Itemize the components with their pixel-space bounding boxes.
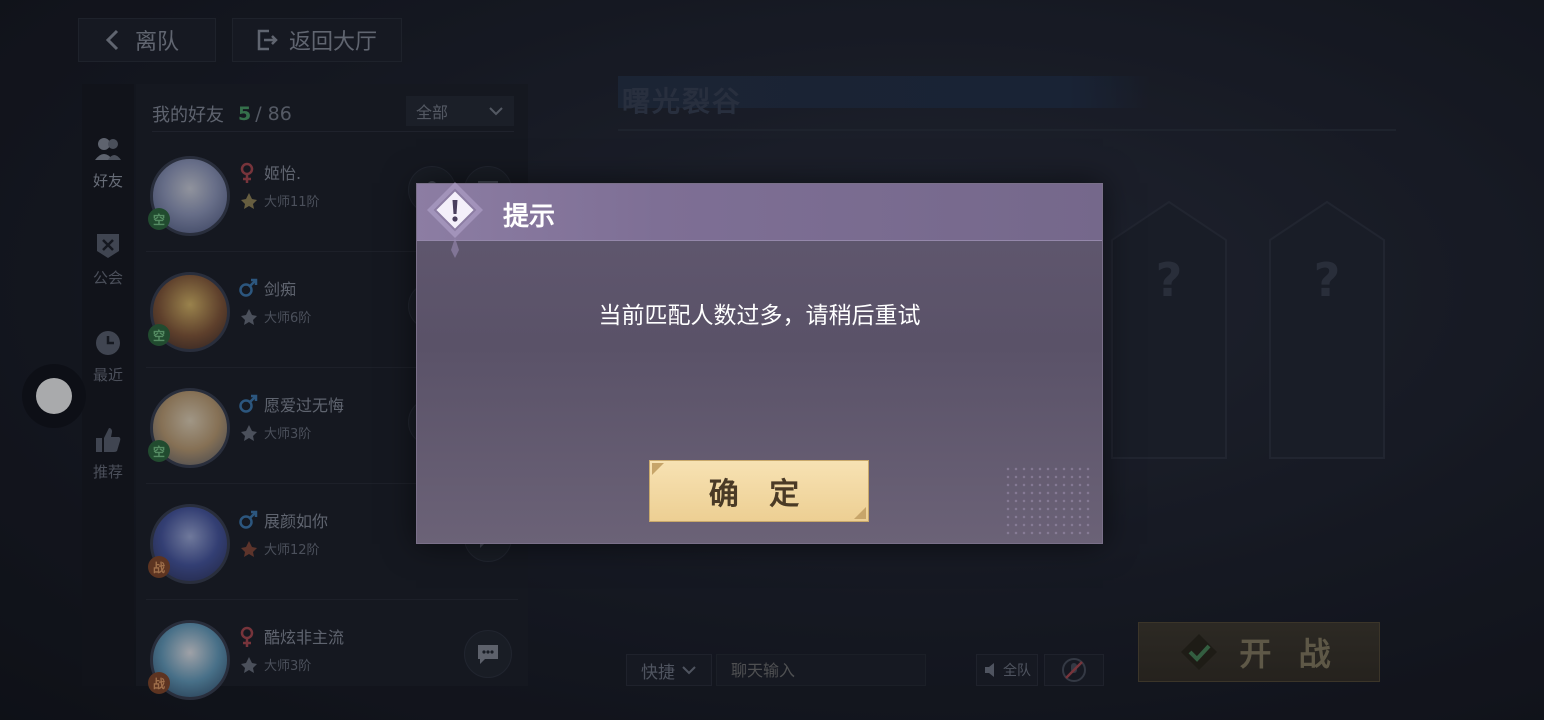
confirm-button[interactable]: 确 定 [649,460,869,522]
confirm-button-label: 确 定 [708,477,810,512]
decorative-dots [1004,465,1094,535]
alert-dialog: 提示 当前匹配人数过多，请稍后重试 确 定 [416,182,1103,544]
corner-decoration [854,507,866,519]
dialog-title: 提示 [503,202,556,232]
corner-decoration [652,463,664,475]
warning-icon [427,182,483,258]
dialog-message: 当前匹配人数过多，请稍后重试 [598,303,921,329]
